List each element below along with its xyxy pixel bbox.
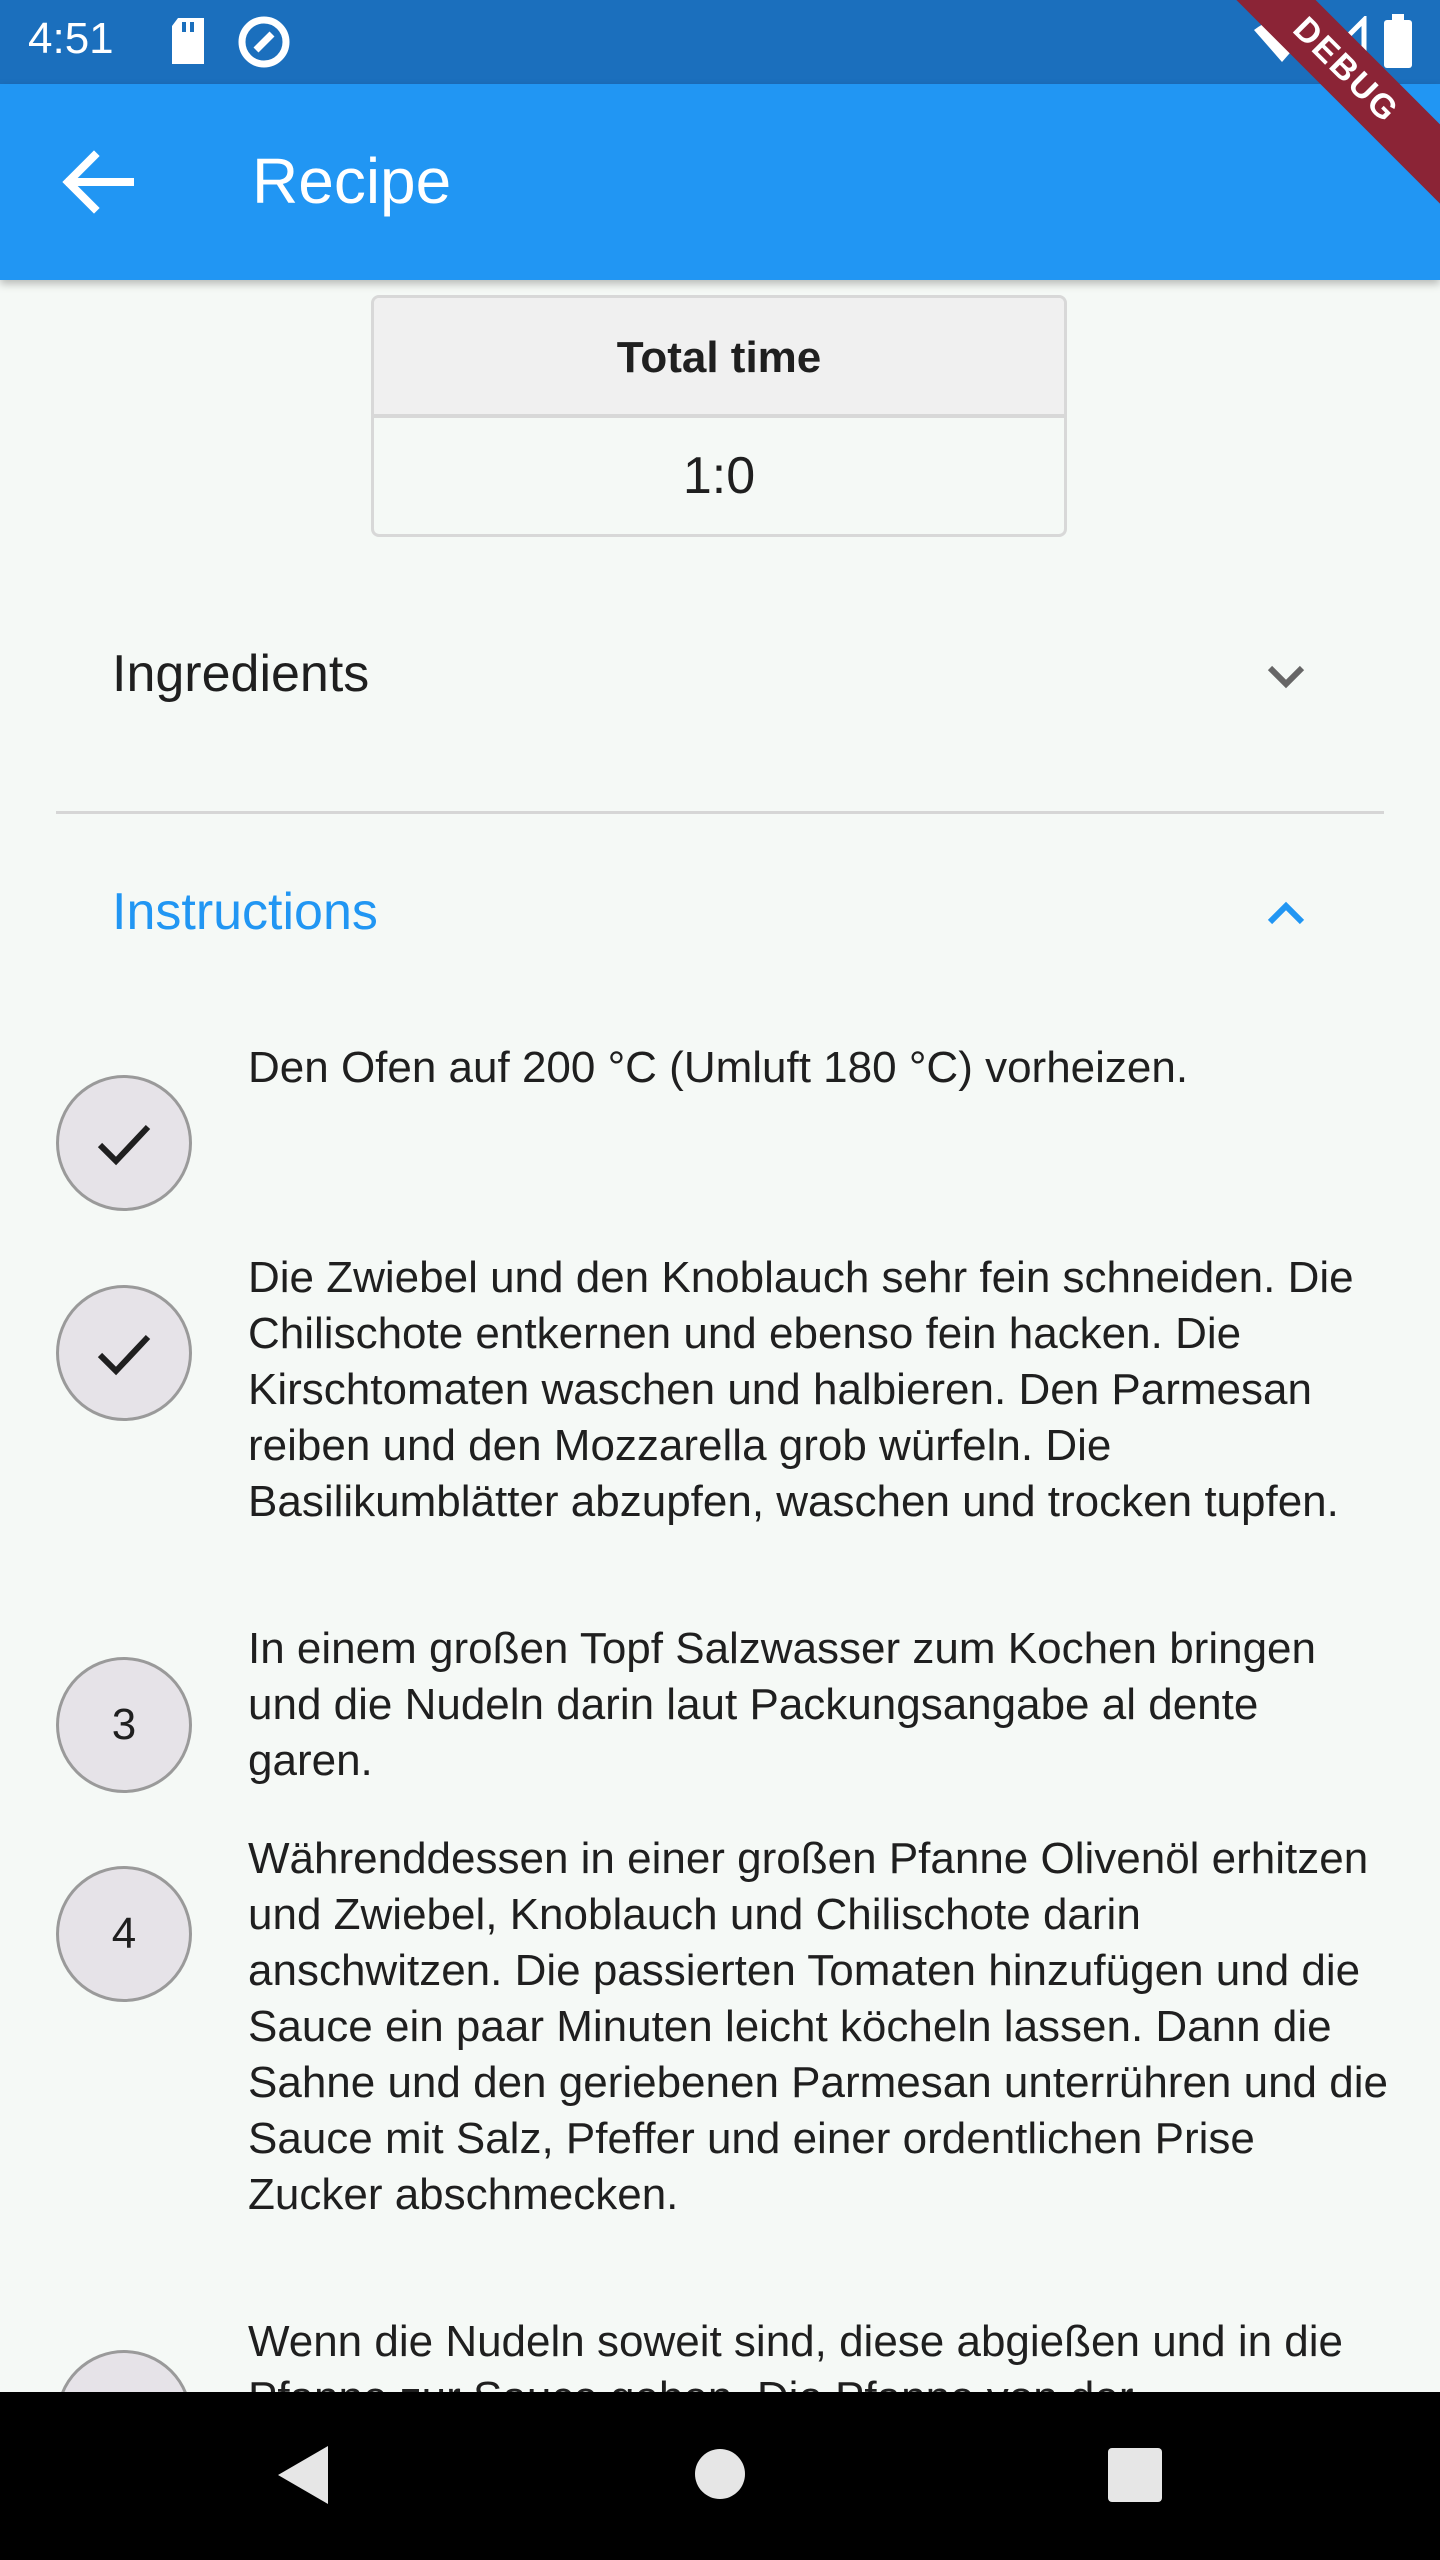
chevron-down-icon bbox=[1267, 665, 1305, 689]
step-2-marker[interactable] bbox=[56, 1285, 192, 1421]
ingredients-label: Ingredients bbox=[112, 645, 370, 703]
sync-icon bbox=[236, 14, 292, 75]
nav-home-icon bbox=[695, 2449, 745, 2499]
status-time: 4:51 bbox=[28, 14, 114, 63]
instructions-section-header[interactable]: Instructions bbox=[0, 838, 1440, 988]
back-button[interactable] bbox=[60, 150, 136, 214]
step-1-marker[interactable] bbox=[56, 1075, 192, 1211]
system-nav-bar bbox=[0, 2392, 1440, 2560]
nav-recents-icon bbox=[1108, 2448, 1162, 2502]
section-divider bbox=[56, 811, 1384, 814]
ingredients-section-header[interactable]: Ingredients bbox=[0, 600, 1440, 750]
total-time-table: Total time 1:0 bbox=[371, 295, 1067, 537]
step-4-marker[interactable]: 4 bbox=[56, 1866, 192, 2002]
step-3-marker[interactable]: 3 bbox=[56, 1657, 192, 1793]
check-icon bbox=[97, 1334, 151, 1376]
battery-icon bbox=[1384, 14, 1412, 73]
nav-back-icon bbox=[278, 2446, 328, 2504]
nav-back-button[interactable] bbox=[272, 2442, 332, 2513]
instructions-label: Instructions bbox=[112, 883, 378, 941]
chevron-up-icon bbox=[1267, 901, 1305, 925]
sd-card-icon bbox=[168, 14, 208, 73]
total-time-header: Total time bbox=[374, 298, 1064, 418]
status-bar: 4:51 bbox=[0, 0, 1440, 84]
total-time-value: 1:0 bbox=[682, 447, 756, 505]
nav-recents-button[interactable] bbox=[1108, 2448, 1162, 2507]
page-title: Recipe bbox=[252, 145, 452, 217]
step-3-text: In einem großen Topf Salzwasser zum Koch… bbox=[248, 1624, 1316, 1785]
check-icon bbox=[97, 1124, 151, 1166]
step-4-text: Währenddessen in einer großen Pfanne Oli… bbox=[248, 1834, 1388, 2219]
step-2-text: Die Zwiebel und den Knoblauch sehr fein … bbox=[248, 1253, 1354, 1526]
step-1-text: Den Ofen auf 200 °C (Umluft 180 °C) vorh… bbox=[248, 1043, 1189, 1092]
arrow-back-icon bbox=[62, 150, 134, 214]
app-bar: Recipe bbox=[0, 84, 1440, 280]
nav-home-button[interactable] bbox=[694, 2448, 746, 2505]
